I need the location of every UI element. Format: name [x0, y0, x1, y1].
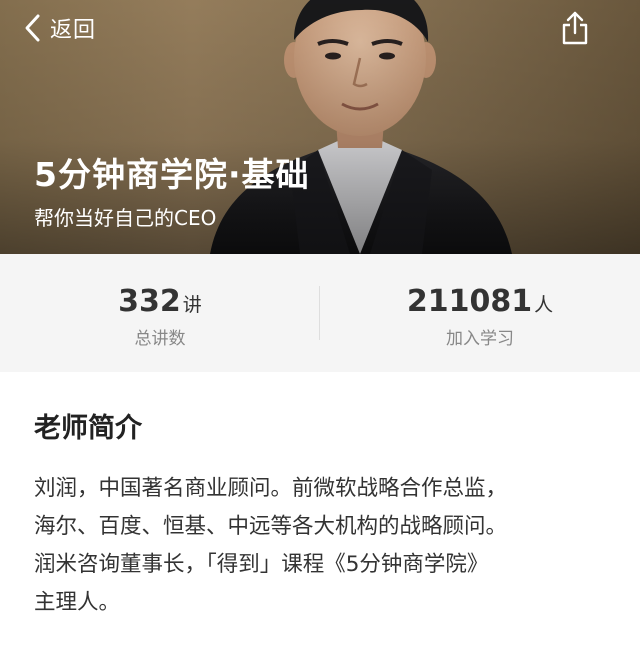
lecture-count-unit: 讲	[182, 294, 202, 316]
intro-line: 刘润，中国著名商业顾问。前微软战略合作总监，	[34, 476, 508, 501]
course-subtitle: 帮你当好自己的CEO	[34, 206, 217, 230]
lecture-count-stat: 332 讲 总讲数	[0, 254, 320, 372]
teacher-section-title: 老师简介	[34, 413, 142, 444]
lecture-count-value: 332	[118, 284, 181, 319]
teacher-intro-text: 刘润，中国著名商业顾问。前微软战略合作总监， 海尔、百度、恒基、中远等各大机构的…	[34, 470, 594, 622]
intro-line: 润米咨询董事长，「得到」课程《5分钟商学院》	[34, 552, 489, 577]
learner-count-stat: 211081 人 加入学习	[320, 254, 640, 372]
course-hero-header: 返回 5分钟商学院·基础 帮你当好自己的CEO	[0, 0, 640, 254]
learner-count-line: 211081 人	[320, 284, 640, 319]
course-stats-band: 332 讲 总讲数 211081 人 加入学习	[0, 254, 640, 372]
share-icon[interactable]	[558, 10, 592, 46]
chevron-left-icon	[25, 14, 40, 42]
learner-count-value: 211081	[406, 284, 533, 319]
back-button[interactable]: 返回	[22, 10, 96, 46]
intro-line: 主理人。	[34, 590, 121, 615]
learner-count-unit: 人	[534, 294, 554, 316]
learner-count-caption: 加入学习	[446, 329, 514, 349]
intro-line: 海尔、百度、恒基、中远等各大机构的战略顾问。	[34, 514, 508, 539]
lecture-count-line: 332 讲	[0, 284, 320, 319]
course-title: 5分钟商学院·基础	[34, 155, 310, 194]
lecture-count-caption: 总讲数	[134, 329, 186, 349]
back-button-label: 返回	[50, 18, 97, 43]
